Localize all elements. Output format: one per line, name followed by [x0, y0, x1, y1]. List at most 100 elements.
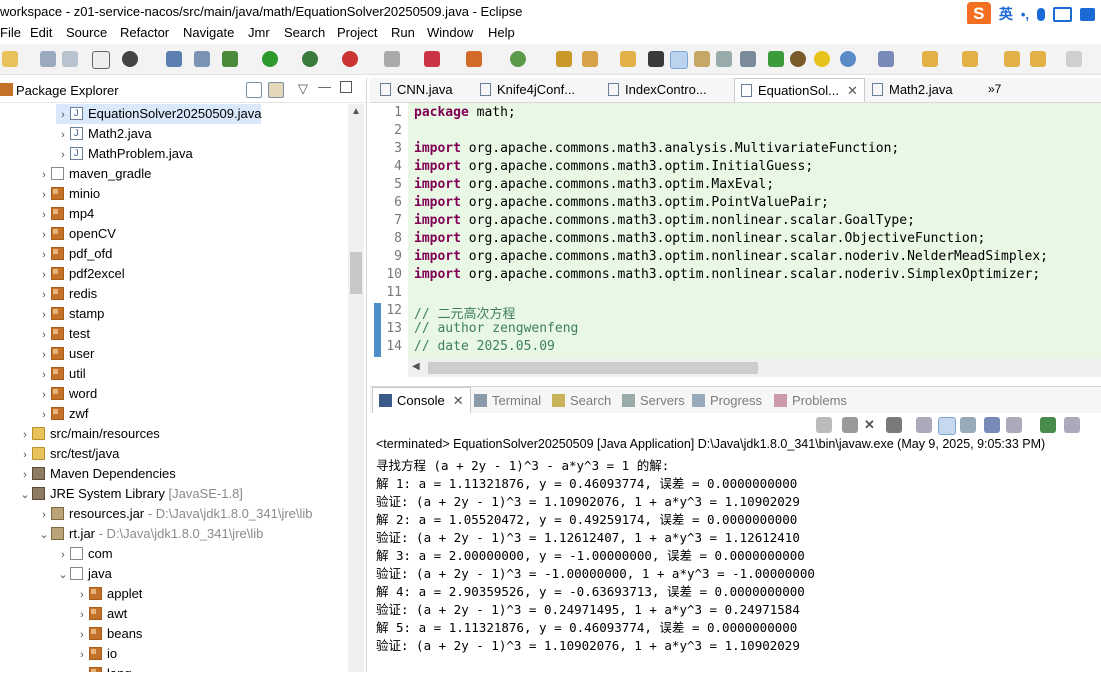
code-line[interactable]: // author zengwenfeng	[414, 321, 578, 336]
block-select-icon[interactable]	[694, 51, 710, 67]
view-menu-icon[interactable]: ▽	[298, 81, 308, 97]
console-toolbar-icon[interactable]	[166, 51, 182, 67]
package-explorer-title[interactable]: Package Explorer	[16, 83, 119, 98]
collapsed-arrow-icon[interactable]: ›	[56, 145, 70, 165]
coverage-icon[interactable]	[302, 51, 318, 67]
remove-launch-icon[interactable]: ✕	[864, 417, 880, 433]
highlight-icon[interactable]	[670, 51, 688, 69]
next-annotation-icon[interactable]	[922, 51, 938, 67]
plugin-icon[interactable]	[768, 51, 784, 67]
stop-icon[interactable]	[384, 51, 400, 67]
tree-vertical-scrollbar[interactable]: ▲	[348, 104, 364, 672]
tab-problems[interactable]: Problems	[774, 393, 847, 408]
tree-item[interactable]: › io	[75, 644, 117, 664]
menu-help[interactable]: Help	[488, 25, 515, 40]
globe-icon[interactable]	[840, 51, 856, 67]
tree-item[interactable]: › test	[37, 324, 90, 344]
code-line[interactable]: import org.apache.commons.math3.optim.no…	[414, 267, 1040, 282]
editor-horizontal-scrollbar[interactable]: ◀	[408, 359, 1101, 377]
stop-console-icon[interactable]	[842, 417, 858, 433]
new-icon[interactable]	[2, 51, 18, 67]
tree-scroll-thumb[interactable]	[350, 252, 362, 294]
editor-scroll-thumb[interactable]	[428, 362, 758, 374]
menu-refactor[interactable]: Refactor	[120, 25, 169, 40]
tree-item[interactable]: › awt	[75, 604, 127, 624]
menu-edit[interactable]: Edit	[30, 25, 52, 40]
collapsed-arrow-icon[interactable]: ›	[75, 605, 89, 625]
tab-terminal[interactable]: Terminal	[474, 393, 541, 408]
code-line[interactable]: import org.apache.commons.math3.optim.In…	[414, 159, 813, 174]
tree-item[interactable]: › src/main/resources	[18, 424, 160, 444]
collapsed-arrow-icon[interactable]: ›	[37, 385, 51, 405]
new-class-icon[interactable]	[510, 51, 526, 67]
code-editor[interactable]: 1 package math; 2 3 import org.apache.common…	[370, 103, 1101, 359]
collapsed-arrow-icon[interactable]: ›	[37, 345, 51, 365]
new-project-icon[interactable]	[466, 51, 482, 67]
navigate-icon[interactable]	[878, 51, 894, 67]
collapsed-arrow-icon[interactable]: ›	[37, 505, 51, 525]
collapsed-arrow-icon[interactable]: ›	[37, 225, 51, 245]
tree-item[interactable]: › beans	[75, 624, 142, 644]
save-all-icon[interactable]	[62, 51, 78, 67]
collapsed-arrow-icon[interactable]: ›	[37, 185, 51, 205]
tab-cnn[interactable]: CNN.java	[380, 82, 453, 97]
tab-search[interactable]: Search	[552, 393, 611, 408]
open-console-icon[interactable]	[1064, 417, 1080, 433]
collapsed-arrow-icon[interactable]: ›	[56, 545, 70, 565]
tree-item[interactable]: › pdf2excel	[37, 264, 125, 284]
collapsed-arrow-icon[interactable]: ›	[56, 105, 70, 125]
collapsed-arrow-icon[interactable]: ›	[56, 125, 70, 145]
tree-item[interactable]: › src/test/java	[18, 444, 119, 464]
profile-icon[interactable]	[122, 51, 138, 67]
menu-source[interactable]: Source	[66, 25, 107, 40]
tab-servers[interactable]: Servers	[622, 393, 685, 408]
skin-icon[interactable]	[1080, 7, 1095, 21]
collapsed-arrow-icon[interactable]: ›	[75, 625, 89, 645]
collapsed-arrow-icon[interactable]: ›	[75, 665, 89, 672]
remove-all-icon[interactable]	[886, 417, 902, 433]
last-edit-icon[interactable]	[1004, 51, 1020, 67]
show-on-output-icon[interactable]	[984, 417, 1000, 433]
tree-item[interactable]: ⌄ java	[56, 564, 111, 584]
minimize-icon[interactable]: —	[318, 79, 331, 94]
tree-item[interactable]: › minio	[37, 184, 100, 204]
tree-item[interactable]: › stamp	[37, 304, 104, 324]
close-tab-icon[interactable]: ✕	[847, 83, 858, 98]
link-with-editor-icon[interactable]	[268, 82, 284, 98]
punctuation-icon[interactable]: •,	[1021, 7, 1029, 22]
collapsed-arrow-icon[interactable]: ›	[37, 265, 51, 285]
bug-icon[interactable]	[790, 51, 806, 67]
tab-equationsolver[interactable]: EquationSol... ✕	[734, 78, 865, 102]
code-line[interactable]: import org.apache.commons.math3.analysis…	[414, 141, 899, 156]
tree-item[interactable]: › mp4	[37, 204, 94, 224]
collapsed-arrow-icon[interactable]: ›	[37, 205, 51, 225]
ime-language[interactable]: 英	[999, 4, 1013, 24]
menu-project[interactable]: Project	[337, 25, 377, 40]
pin-icon[interactable]	[194, 51, 210, 67]
menu-jmr[interactable]: Jmr	[248, 25, 270, 40]
collapsed-arrow-icon[interactable]: ›	[37, 305, 51, 325]
tree-item[interactable]: › redis	[37, 284, 97, 304]
collapsed-arrow-icon[interactable]: ›	[37, 245, 51, 265]
collapsed-arrow-icon[interactable]: ›	[37, 285, 51, 305]
code-line[interactable]: import org.apache.commons.math3.optim.no…	[414, 231, 985, 246]
tree-item[interactable]: › resources.jar - D:\Java\jdk1.8.0_341\jr…	[37, 504, 312, 525]
tree-item[interactable]: › EquationSolver20250509.java	[56, 104, 262, 125]
project-tree[interactable]: ›EquationSolver20250509.java›Math2.java›…	[0, 104, 348, 672]
help-icon[interactable]	[814, 51, 830, 67]
code-line[interactable]: import org.apache.commons.math3.optim.no…	[414, 213, 915, 228]
collapsed-arrow-icon[interactable]: ›	[37, 325, 51, 345]
collapsed-arrow-icon[interactable]: ›	[37, 165, 51, 185]
sogou-logo-icon[interactable]: S	[966, 2, 991, 26]
menu-window[interactable]: Window	[427, 25, 473, 40]
keyboard-icon[interactable]	[1053, 6, 1072, 22]
clear-console-icon[interactable]	[916, 417, 932, 433]
tree-item[interactable]: › user	[37, 344, 94, 364]
back-icon[interactable]	[1030, 51, 1046, 67]
code-line[interactable]: import org.apache.commons.math3.optim.Po…	[414, 195, 829, 210]
tab-knife4jconf[interactable]: Knife4jConf...	[480, 82, 575, 97]
code-line[interactable]: // date 2025.05.09	[414, 339, 555, 354]
tab-indexcontroller[interactable]: IndexContro...	[608, 82, 707, 97]
tree-item[interactable]: › Maven Dependencies	[18, 464, 176, 484]
tree-item[interactable]: › openCV	[37, 224, 116, 244]
